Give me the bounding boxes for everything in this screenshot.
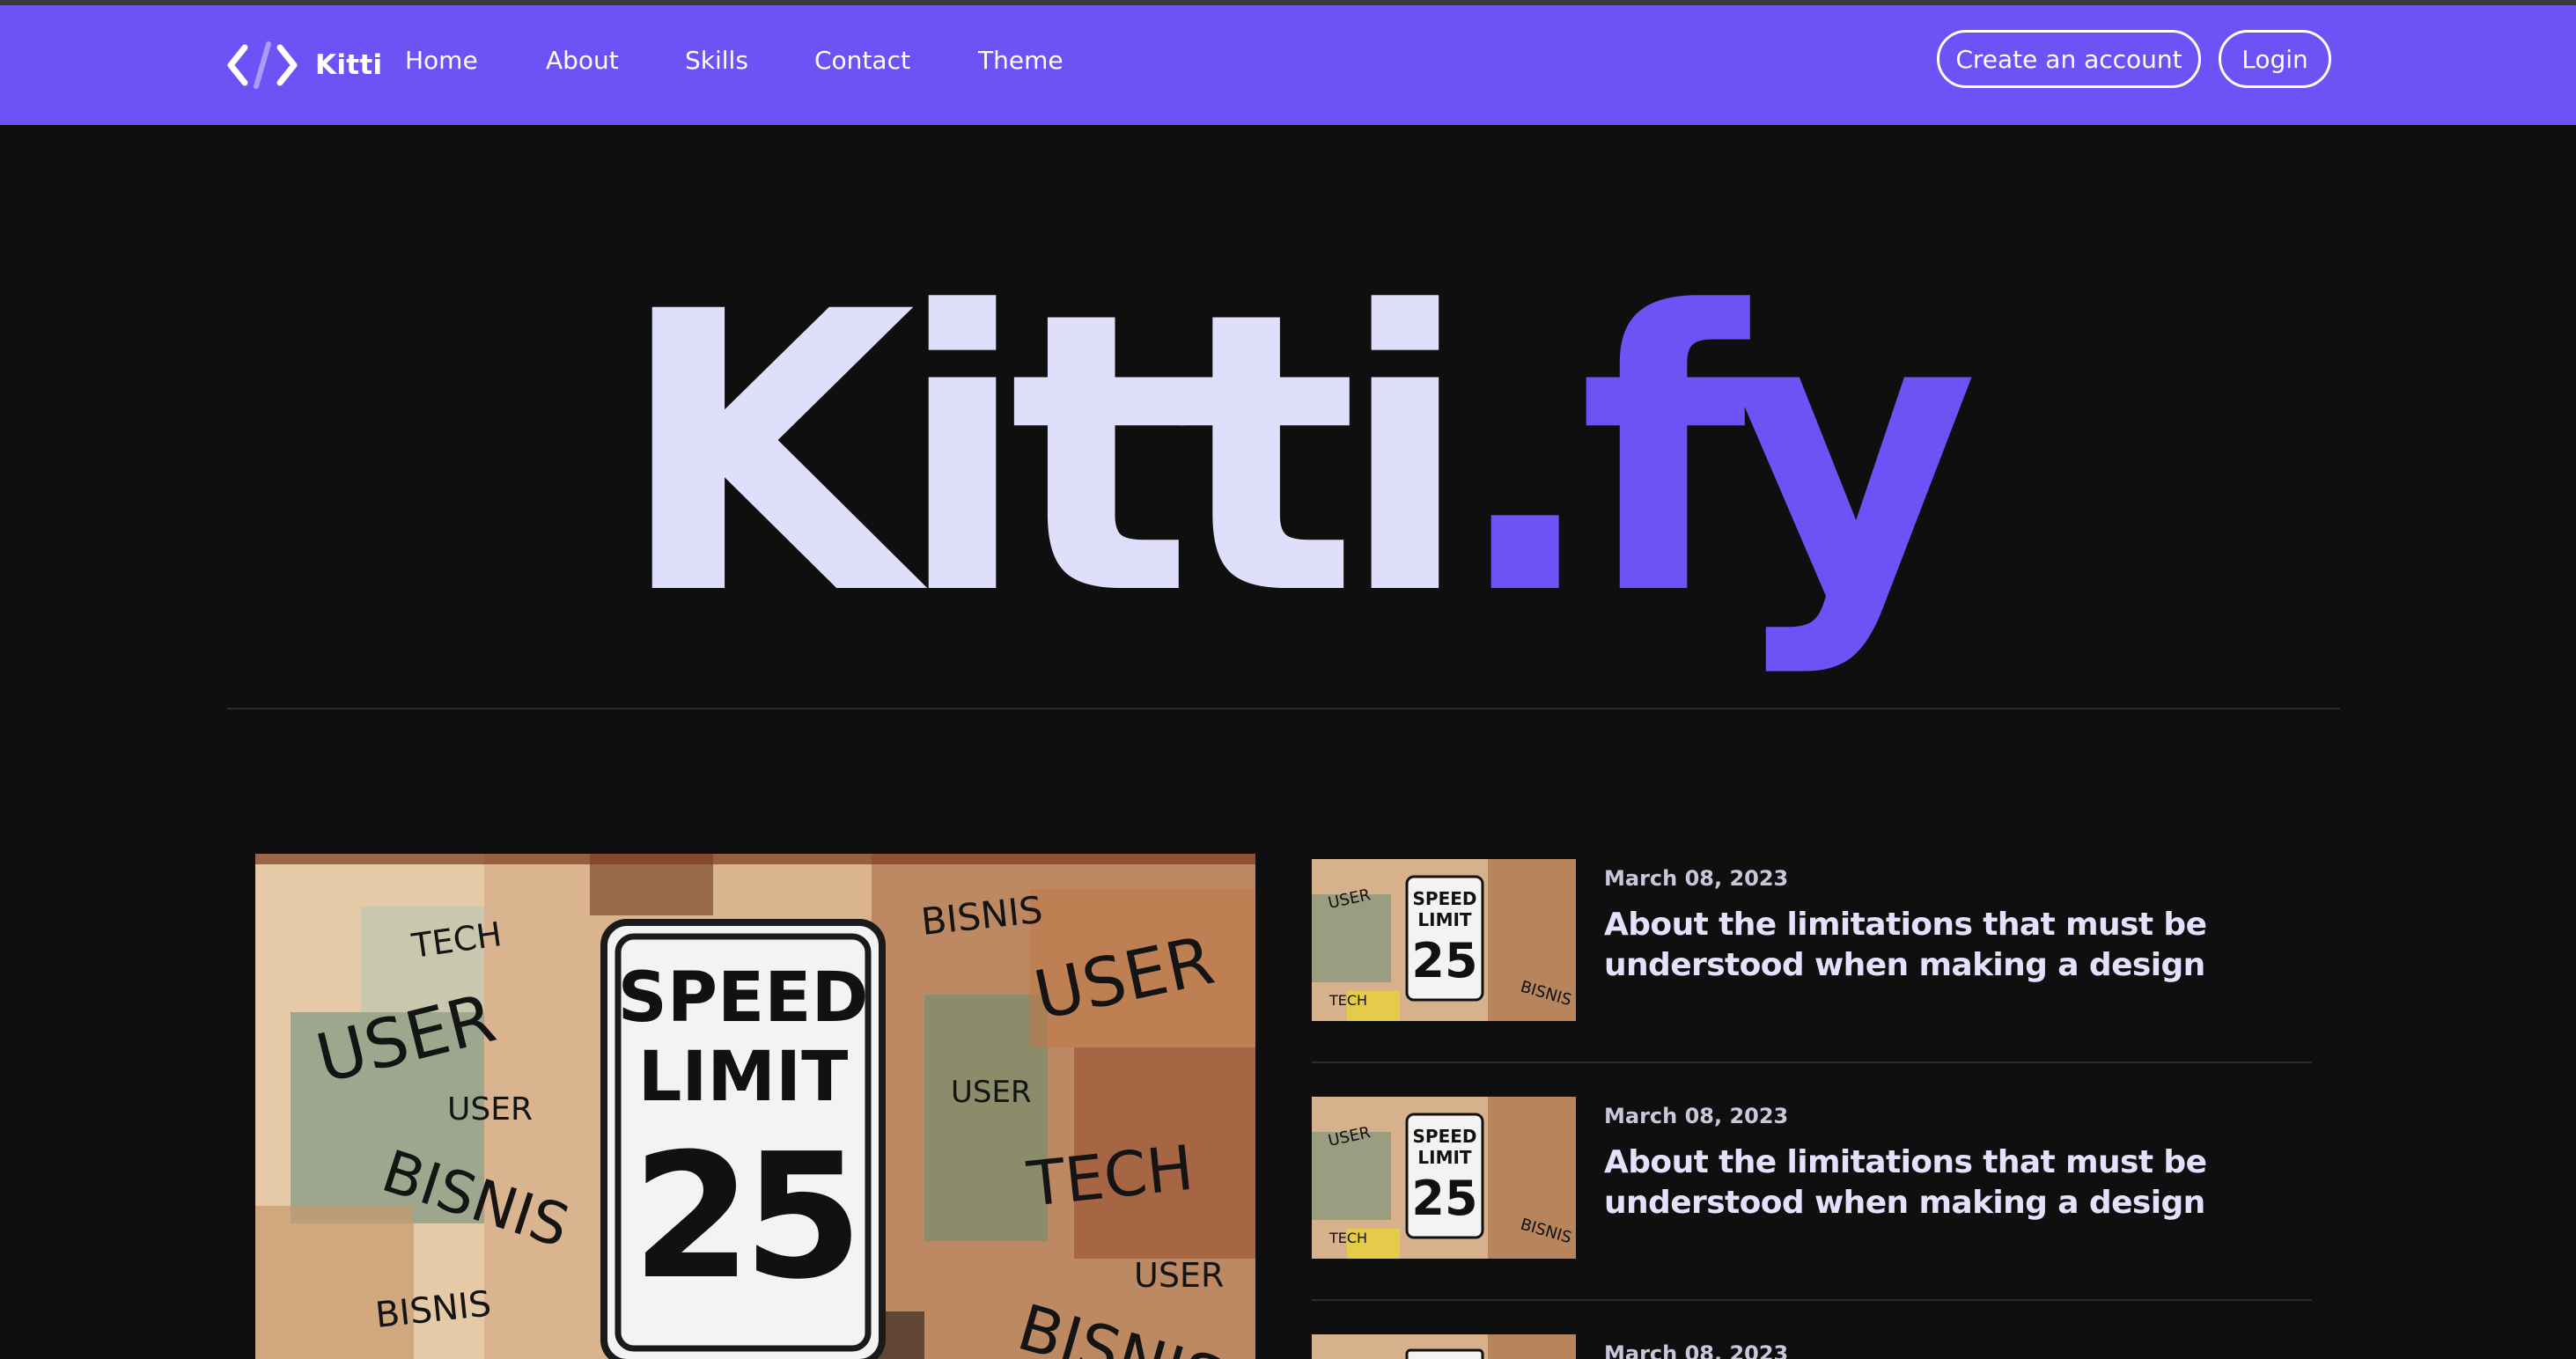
article-separator <box>1312 1061 2312 1063</box>
login-button[interactable]: Login <box>2219 30 2331 88</box>
sign-number: 25 <box>632 1117 855 1318</box>
article-item[interactable]: SPEED LIMIT 25 USER TECH BISNIS March 08… <box>1312 1097 2312 1264</box>
hero: Kitti.fy <box>0 234 2576 709</box>
nav-link-contact[interactable]: Contact <box>814 46 910 75</box>
featured-article-image[interactable]: SPEED LIMIT 25 TECH USER USER BISNIS BIS… <box>255 854 1255 1359</box>
svg-text:Kitti.fy: Kitti.fy <box>617 234 1975 680</box>
nav-link-theme[interactable]: Theme <box>978 46 1064 75</box>
svg-text:TECH: TECH <box>1328 1230 1367 1246</box>
article-separator <box>1312 1299 2312 1301</box>
sign-line2: LIMIT <box>638 1038 849 1117</box>
svg-text:TECH: TECH <box>1328 992 1367 1009</box>
svg-text:25: 25 <box>1411 1171 1477 1226</box>
nav-link-skills[interactable]: Skills <box>685 46 748 75</box>
article-date: March 08, 2023 <box>1604 1341 1789 1359</box>
article-thumbnail[interactable] <box>1312 1334 1576 1359</box>
hero-title-dot: . <box>1452 234 1579 680</box>
create-account-button[interactable]: Create an account <box>1937 30 2201 88</box>
hero-title-main: Kitti <box>617 234 1452 680</box>
brand-logo[interactable]: Kitti <box>225 40 382 90</box>
svg-text:SPEED: SPEED <box>1413 1126 1477 1147</box>
svg-text:LIMIT: LIMIT <box>1417 909 1472 930</box>
brand-name: Kitti <box>315 49 383 81</box>
svg-text:25: 25 <box>1411 933 1477 988</box>
article-item[interactable]: March 08, 2023 <box>1312 1334 2312 1359</box>
article-title[interactable]: About the limitations that must be under… <box>1604 1142 2291 1223</box>
code-brackets-icon <box>225 40 299 90</box>
hero-title: Kitti.fy <box>617 234 1994 680</box>
article-item[interactable]: SPEED LIMIT 25 USER TECH BISNIS March 08… <box>1312 859 2312 1026</box>
hero-divider <box>227 708 2340 709</box>
article-date: March 08, 2023 <box>1604 866 1789 891</box>
speed-limit-sign: SPEED LIMIT 25 <box>600 919 886 1359</box>
speed-limit-collage: SPEED LIMIT 25 TECH USER USER BISNIS BIS… <box>255 854 1255 1359</box>
nav-link-home[interactable]: Home <box>405 46 478 75</box>
page: Kitti Home About Skills Contact Theme Cr… <box>0 0 2576 1359</box>
svg-text:LIMIT: LIMIT <box>1417 1147 1472 1168</box>
sign-line1: SPEED <box>618 959 869 1038</box>
svg-text:SPEED: SPEED <box>1413 888 1477 909</box>
svg-text:USER: USER <box>1134 1256 1224 1295</box>
article-thumbnail[interactable]: SPEED LIMIT 25 USER TECH BISNIS <box>1312 859 1576 1021</box>
article-thumbnail[interactable]: SPEED LIMIT 25 USER TECH BISNIS <box>1312 1097 1576 1259</box>
svg-text:USER: USER <box>951 1075 1032 1110</box>
nav-link-about[interactable]: About <box>546 46 619 75</box>
hero-title-accent: fy <box>1579 234 1974 680</box>
svg-text:USER: USER <box>447 1091 533 1128</box>
article-date: March 08, 2023 <box>1604 1104 1789 1128</box>
article-title[interactable]: About the limitations that must be under… <box>1604 905 2291 986</box>
navbar: Kitti Home About Skills Contact Theme Cr… <box>0 5 2576 125</box>
